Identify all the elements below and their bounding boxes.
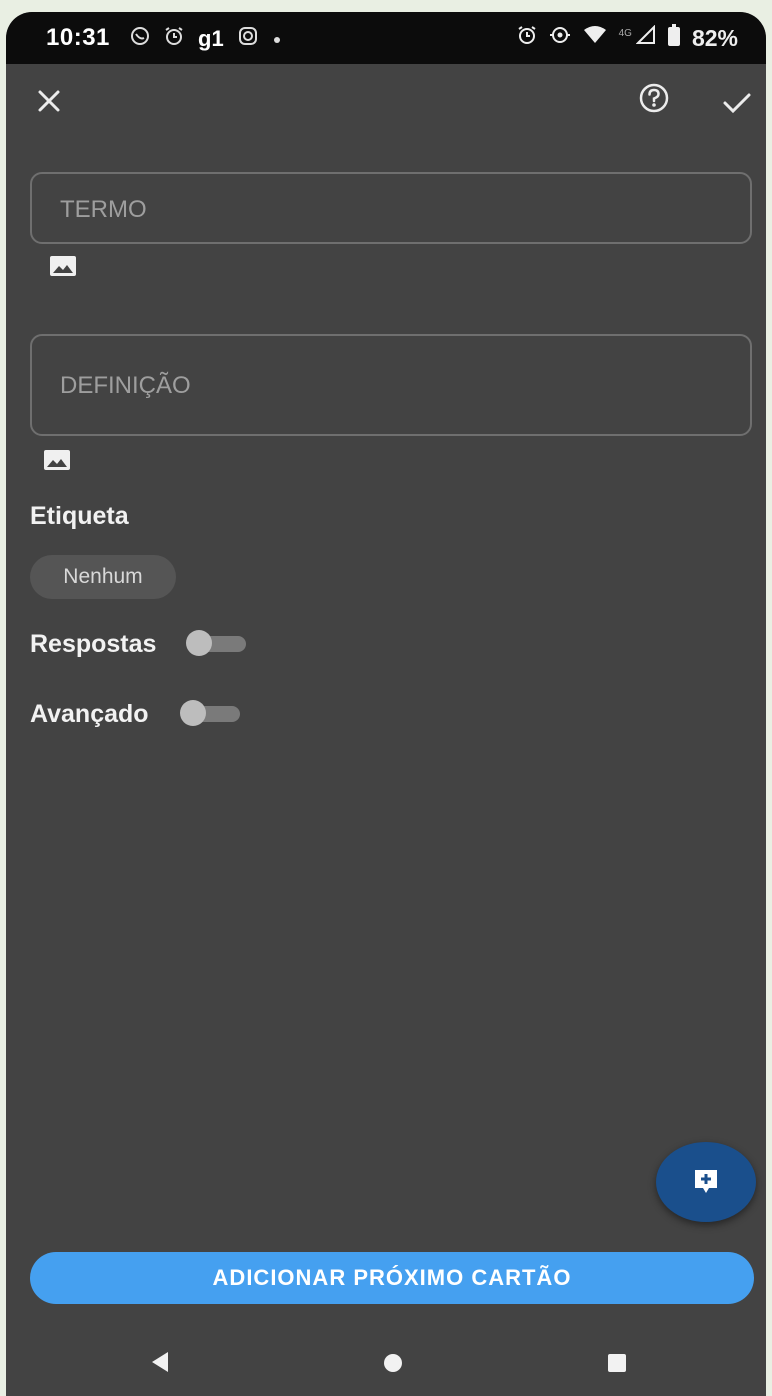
answers-toggle-thumb [186,630,212,656]
g1-app-icon: g1 [198,26,224,51]
term-placeholder: TERMO [60,196,147,223]
network-label: 4G [618,27,632,39]
notification-icons: g1 [130,26,282,52]
alarm-icon [164,26,184,52]
home-circle-icon[interactable] [382,1352,404,1379]
close-icon[interactable] [36,86,62,120]
advanced-toggle-thumb [180,700,206,726]
term-field[interactable]: TERMO [30,172,752,244]
battery-percent: 82% [691,24,738,51]
check-icon[interactable] [722,88,752,122]
back-triangle-icon[interactable] [148,1350,172,1379]
signal-icon [635,24,656,51]
battery-icon [667,24,680,52]
answers-toggle[interactable] [186,630,248,656]
recents-square-icon[interactable] [606,1352,628,1379]
dot-icon [272,28,282,51]
status-bar: 10:31 g1 4G 82% [6,12,766,64]
alarm-icon [517,25,537,51]
status-time: 10:31 [46,24,110,51]
navigation-bar [6,1322,766,1396]
advanced-toggle[interactable] [180,700,242,726]
add-card-icon [693,1168,719,1201]
definition-field[interactable]: DEFINIÇÃO [30,334,752,436]
tag-label: Etiqueta [30,502,129,530]
definition-placeholder: DEFINIÇÃO [60,372,191,399]
tag-chip[interactable]: Nenhum [30,555,176,599]
add-card-fab[interactable] [656,1142,756,1222]
term-image-icon[interactable] [50,256,76,276]
definition-image-icon[interactable] [44,450,70,470]
whatsapp-icon [130,26,150,52]
advanced-label: Avançado [30,700,149,728]
wifi-icon [583,25,607,51]
data-saver-icon [549,25,571,51]
instagram-icon [238,26,258,52]
answers-label: Respostas [30,630,157,658]
app-screen: 10:31 g1 4G 82% TERMO DEFINIÇÃO Etiqueta… [6,12,766,1396]
help-circle-icon[interactable] [638,82,670,120]
add-next-card-button[interactable]: ADICIONAR PRÓXIMO CARTÃO [30,1252,754,1304]
system-icons: 4G 82% [517,24,738,52]
